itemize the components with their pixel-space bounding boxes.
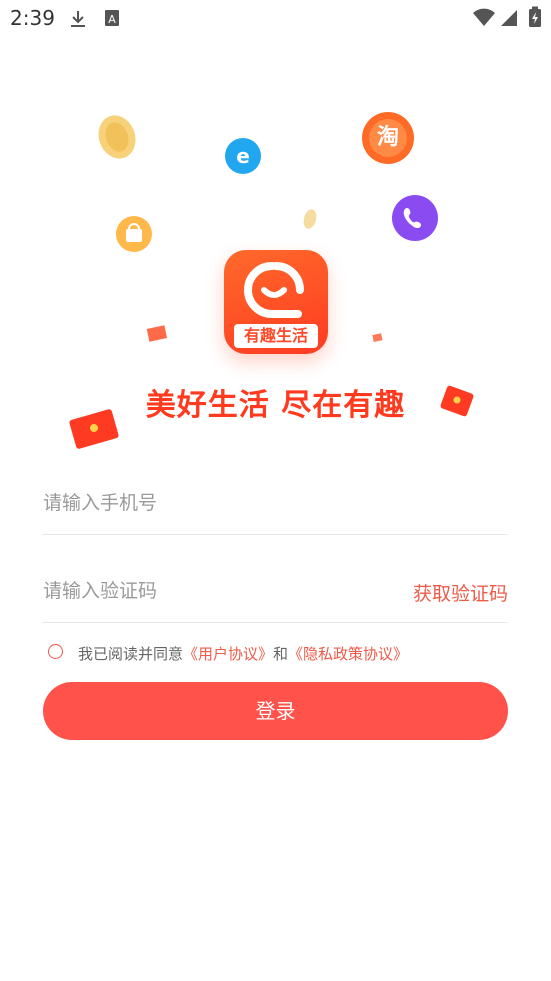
agreement-prefix: 我已阅读并同意 bbox=[78, 645, 184, 663]
agree-radio[interactable] bbox=[48, 644, 63, 659]
phone-call-icon bbox=[390, 193, 440, 247]
shopping-bag-icon bbox=[114, 214, 154, 258]
battery-icon bbox=[528, 6, 542, 32]
tiny-red-envelope-icon bbox=[372, 328, 384, 347]
svg-text:A: A bbox=[108, 13, 116, 26]
privacy-policy-link[interactable]: 《隐私政策协议》 bbox=[288, 645, 408, 663]
status-time: 2:39 bbox=[10, 6, 55, 30]
verification-code-input[interactable] bbox=[43, 562, 343, 620]
smile-face-icon bbox=[244, 262, 304, 318]
wifi-icon bbox=[472, 7, 496, 31]
small-coin-icon bbox=[301, 207, 319, 235]
app-logo: 有趣生活 bbox=[224, 250, 328, 354]
taobao-app-icon: 淘 bbox=[361, 111, 415, 169]
keyboard-a-icon: A bbox=[104, 9, 120, 31]
taobao-badge-text: 淘 bbox=[376, 125, 399, 150]
app-logo-label: 有趣生活 bbox=[234, 324, 318, 348]
agreement-text: 我已阅读并同意《用户协议》和《隐私政策协议》 bbox=[78, 643, 408, 664]
code-field-container: 获取验证码 bbox=[43, 562, 508, 623]
user-agreement-link[interactable]: 《用户协议》 bbox=[183, 645, 273, 663]
eleme-app-icon: e bbox=[223, 136, 263, 180]
signal-icon bbox=[500, 7, 518, 31]
gold-coin-icon bbox=[94, 112, 140, 166]
login-button[interactable]: 登录 bbox=[43, 682, 508, 740]
agreement-row: 我已阅读并同意《用户协议》和《隐私政策协议》 bbox=[48, 643, 508, 663]
get-code-button[interactable]: 获取验证码 bbox=[413, 579, 508, 606]
phone-input[interactable] bbox=[43, 474, 343, 532]
download-icon bbox=[68, 9, 88, 33]
small-red-envelope-icon bbox=[146, 325, 168, 347]
status-bar: 2:39 A bbox=[0, 0, 551, 36]
slogan: 美好生活 尽在有趣 bbox=[145, 388, 406, 423]
phone-field-container bbox=[43, 474, 508, 535]
agreement-and: 和 bbox=[273, 645, 289, 663]
svg-text:e: e bbox=[236, 144, 250, 168]
